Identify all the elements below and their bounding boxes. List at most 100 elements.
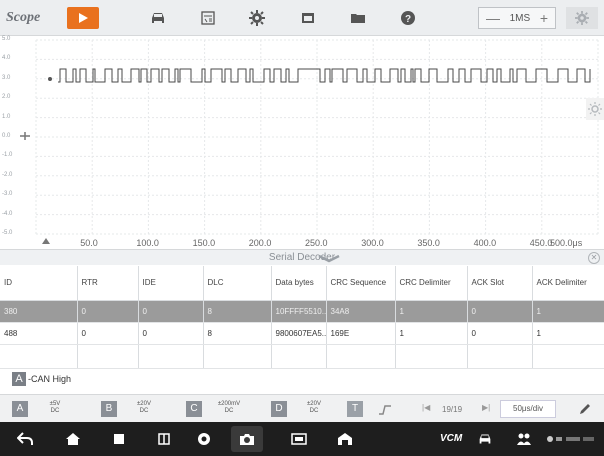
vcm-status-icon[interactable]: VCM bbox=[440, 433, 462, 444]
browser-icon bbox=[198, 433, 210, 445]
table-cell: 8 bbox=[203, 300, 272, 323]
table-cell: 488 bbox=[0, 322, 78, 345]
channel-setting-d[interactable]: ±20V DC bbox=[297, 401, 331, 415]
table-row[interactable]: 488 0 0 8 9800607EA5... 169E 1 0 1 bbox=[0, 322, 604, 345]
page-indicator: 19/19 bbox=[442, 405, 463, 414]
car-icon bbox=[479, 434, 491, 444]
garage-icon bbox=[338, 433, 352, 445]
column-header[interactable]: ACK Delimiter bbox=[532, 266, 604, 301]
x-tick-label: 150.0 bbox=[192, 238, 216, 248]
scope-settings-button[interactable] bbox=[566, 7, 598, 29]
table-cell bbox=[203, 344, 272, 369]
table-cell bbox=[138, 344, 204, 369]
table-cell: 0 bbox=[138, 322, 204, 345]
column-header[interactable]: ACK Slot bbox=[467, 266, 533, 301]
browser-button[interactable] bbox=[195, 431, 213, 447]
channel-letter: A bbox=[12, 372, 26, 386]
x-tick-label: 250.0 bbox=[305, 238, 328, 248]
last-page-button[interactable]: ▶| bbox=[482, 403, 490, 412]
timebase-minus-button[interactable]: — bbox=[486, 10, 500, 26]
timebase-plus-button[interactable]: + bbox=[540, 10, 548, 26]
status-icons bbox=[547, 436, 594, 442]
recents-icon bbox=[114, 434, 124, 444]
channel-button-b[interactable]: B bbox=[101, 401, 117, 417]
y-tick-label: 2.0 bbox=[2, 94, 11, 101]
column-header[interactable]: CRC Delimiter bbox=[395, 266, 468, 301]
back-button[interactable] bbox=[16, 431, 34, 447]
channel-button-a[interactable]: A bbox=[12, 401, 28, 417]
table-cell: 8 bbox=[203, 322, 272, 345]
channel-setting-a[interactable]: ±5V DC bbox=[38, 401, 72, 415]
table-cell bbox=[467, 344, 533, 369]
svg-text:?: ? bbox=[405, 14, 411, 25]
column-header[interactable]: ID bbox=[0, 266, 78, 301]
table-cell: 169E bbox=[326, 322, 396, 345]
top-toolbar: Scope ? — 1MS + bbox=[0, 0, 604, 36]
column-header[interactable]: IDE bbox=[138, 266, 204, 301]
table-cell: 0 bbox=[77, 300, 139, 323]
garage-button[interactable] bbox=[336, 431, 354, 447]
channel-a-marker[interactable] bbox=[48, 77, 52, 81]
channel-setting-c[interactable]: ±200mV DC bbox=[212, 401, 246, 415]
split-screen-button[interactable] bbox=[155, 431, 173, 447]
x-tick-label: 500.0μs bbox=[550, 238, 583, 248]
table-row[interactable]: 380 0 0 8 10FFFF5510... 34A8 1 0 1 bbox=[0, 300, 604, 323]
column-header[interactable]: RTR bbox=[77, 266, 139, 301]
channel-label: A -CAN High bbox=[12, 372, 71, 386]
serial-decoder-header[interactable]: Serial Decoder ✕ bbox=[0, 249, 604, 265]
screen-record-button[interactable] bbox=[290, 431, 308, 447]
y-tick-label: -2.0 bbox=[2, 171, 13, 178]
skip-back-icon: |◀ bbox=[422, 403, 431, 412]
x-tick-label: 100.0 bbox=[136, 238, 159, 248]
table-cell: 1 bbox=[395, 300, 468, 323]
x-tick-label: 300.0 bbox=[361, 238, 384, 248]
collapse-chevron-icon[interactable] bbox=[318, 255, 340, 263]
channel-setting-b[interactable]: ±20V DC bbox=[127, 401, 161, 415]
channel-button-d[interactable]: D bbox=[271, 401, 287, 417]
camera-icon bbox=[240, 433, 254, 445]
window-button[interactable] bbox=[293, 8, 323, 28]
gear-icon bbox=[249, 10, 265, 26]
vehicle-button[interactable] bbox=[143, 8, 173, 28]
channel-name: -CAN High bbox=[28, 374, 72, 384]
recents-button[interactable] bbox=[110, 431, 128, 447]
time-origin-marker[interactable] bbox=[42, 238, 50, 244]
cursor-handle[interactable] bbox=[586, 98, 604, 120]
folder-button[interactable] bbox=[343, 8, 373, 28]
x-tick-label: 450.0 bbox=[529, 238, 553, 248]
channel-coupling: DC bbox=[224, 408, 234, 414]
table-cell: 10FFFF5510... bbox=[271, 300, 327, 323]
first-page-button[interactable]: |◀ bbox=[422, 403, 430, 412]
vehicle-nav-button[interactable] bbox=[476, 431, 494, 447]
table-header-row: ID RTR IDE DLC Data bytes CRC Sequence CRC Del… bbox=[0, 266, 604, 301]
trigger-edge-icon[interactable] bbox=[378, 405, 392, 415]
waveform-plot[interactable]: 5.0 4.0 3.0 2.0 1.0 0.0 -1.0 -2.0 -3.0 -4.0 -5.0 5… bbox=[0, 36, 604, 248]
table-cell: 0 bbox=[467, 322, 533, 345]
pencil-icon[interactable] bbox=[578, 402, 592, 416]
play-button[interactable] bbox=[67, 7, 99, 29]
column-header[interactable]: DLC bbox=[203, 266, 272, 301]
home-button[interactable] bbox=[64, 431, 82, 447]
y-tick-label: -4.0 bbox=[2, 210, 13, 217]
channel-coupling: DC bbox=[50, 408, 60, 414]
trigger-button[interactable]: T bbox=[347, 401, 363, 417]
table-cell: 0 bbox=[467, 300, 533, 323]
time-div-selector[interactable]: 50μs/div bbox=[500, 400, 556, 418]
y-tick-label: 1.0 bbox=[2, 113, 11, 120]
channel-button-c[interactable]: C bbox=[186, 401, 202, 417]
zero-level-marker[interactable] bbox=[20, 132, 30, 140]
settings-gear-icon bbox=[575, 11, 589, 25]
help-button[interactable]: ? bbox=[393, 8, 423, 28]
column-header[interactable]: CRC Sequence bbox=[326, 266, 396, 301]
x-tick-label: 50.0 bbox=[80, 238, 98, 248]
calculator-button[interactable] bbox=[193, 8, 223, 28]
timebase-control[interactable]: — 1MS + bbox=[478, 7, 556, 29]
settings-button[interactable] bbox=[242, 8, 272, 28]
column-header[interactable]: Data bytes bbox=[271, 266, 327, 301]
camera-button[interactable] bbox=[231, 426, 263, 452]
system-navbar: VCM bbox=[0, 422, 604, 456]
calculator-icon bbox=[201, 11, 215, 25]
y-tick-label: -3.0 bbox=[2, 191, 13, 198]
people-button[interactable] bbox=[515, 431, 533, 447]
decoder-close-button[interactable]: ✕ bbox=[588, 252, 600, 264]
